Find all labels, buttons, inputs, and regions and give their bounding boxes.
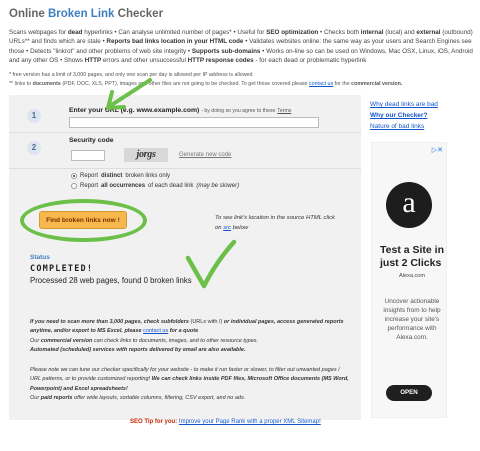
- step-number: 1: [27, 109, 41, 123]
- security-code-label: Security code: [69, 137, 114, 144]
- seo-tip: SEO Tip for you: Improve your Page Rank …: [130, 419, 321, 425]
- status-result: Processed 28 web pages, found 0 broken l…: [30, 276, 192, 285]
- url-input[interactable]: [69, 117, 319, 128]
- ad-headline: Test a Site in just 2 Clicks: [380, 244, 444, 269]
- commercial-info: If you need to scan more than 3,000 page…: [30, 319, 344, 354]
- url-label: Enter your URL (e.g. www.example.com) - …: [69, 107, 292, 114]
- radio-all-occurrences[interactable]: Report all occurrences of each dead link…: [71, 183, 239, 189]
- src-link[interactable]: src: [223, 225, 231, 231]
- page-title: Online Broken Link Checker: [9, 8, 164, 20]
- radio-distinct[interactable]: Report distinct broken links only: [71, 173, 170, 179]
- alexa-logo-icon: a: [386, 182, 432, 228]
- ad-open-button[interactable]: OPEN: [386, 385, 432, 401]
- security-code-input[interactable]: [71, 150, 105, 161]
- generate-code-link[interactable]: Generate new code: [179, 152, 231, 158]
- ad-choices-icon[interactable]: ▷✕: [432, 146, 443, 154]
- why-dead-links-bad-link[interactable]: Why dead links are bad: [370, 99, 438, 110]
- ad-domain: Alexa.com: [398, 273, 426, 279]
- footnote-documents: ** links to documents (PDF, DOC, XLS, PP…: [9, 80, 403, 87]
- step-security: 2 Security code: [9, 133, 361, 169]
- sitemap-link[interactable]: Improve your Page Rank with a proper XML…: [179, 419, 321, 425]
- status-state: COMPLETED!: [30, 264, 94, 274]
- status-label: Status: [30, 254, 50, 261]
- why-our-checker-link[interactable]: Why our Checker?: [370, 110, 438, 121]
- radio-button[interactable]: [71, 183, 77, 189]
- terms-link[interactable]: Terms: [277, 108, 291, 114]
- side-links: Why dead links are bad Why our Checker? …: [370, 99, 438, 132]
- footnote-free-limit: * free version has a limit of 3,000 page…: [9, 72, 253, 78]
- contact-us-link[interactable]: contact us: [143, 328, 168, 334]
- contact-us-link[interactable]: contact us: [309, 81, 333, 87]
- step-url: 1 Enter your URL (e.g. www.example.com) …: [9, 99, 361, 133]
- source-location-note: To see link's location in the source HTM…: [215, 215, 335, 231]
- ad-description: Uncover actionable insights from to help…: [383, 298, 441, 341]
- find-broken-links-button[interactable]: Find broken links now !: [39, 211, 127, 229]
- step-number: 2: [27, 141, 41, 155]
- customization-info: Please note we can tune our checker spec…: [30, 367, 349, 402]
- advertisement[interactable]: ▷✕ a Test a Site in just 2 Clicks Alexa.…: [371, 142, 447, 418]
- captcha-image: jorgs: [124, 148, 168, 162]
- nature-of-bad-links-link[interactable]: Nature of bad links: [370, 121, 438, 132]
- radio-button[interactable]: [71, 173, 77, 179]
- intro-text: Scans webpages for dead hyperlinks • Can…: [9, 29, 473, 65]
- footnotes: * free version has a limit of 3,000 page…: [9, 71, 475, 88]
